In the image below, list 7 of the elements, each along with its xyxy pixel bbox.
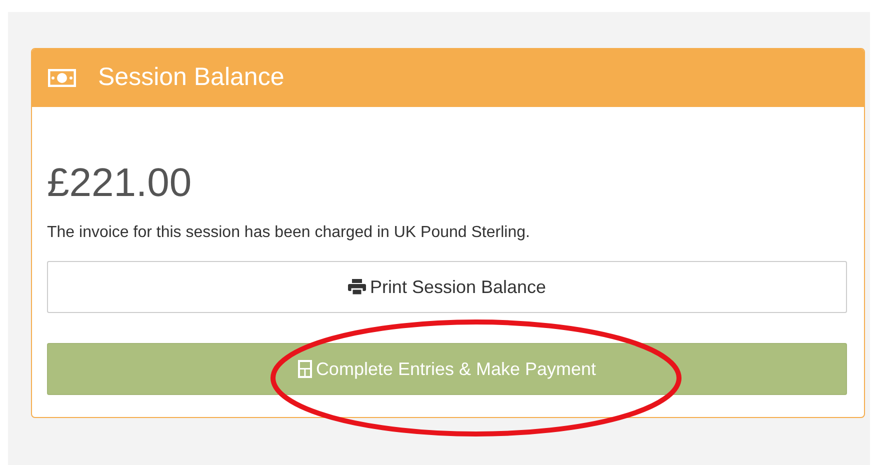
calculator-icon	[298, 360, 312, 378]
printer-icon	[348, 279, 366, 295]
panel-title: Session Balance	[98, 62, 284, 94]
balance-amount: £221.00	[47, 160, 193, 207]
banknote-icon	[48, 69, 76, 87]
print-button[interactable]: Print Session Balance	[47, 261, 847, 313]
currency-note: The invoice for this session has been charged in UK Pound Sterling.	[47, 223, 531, 243]
